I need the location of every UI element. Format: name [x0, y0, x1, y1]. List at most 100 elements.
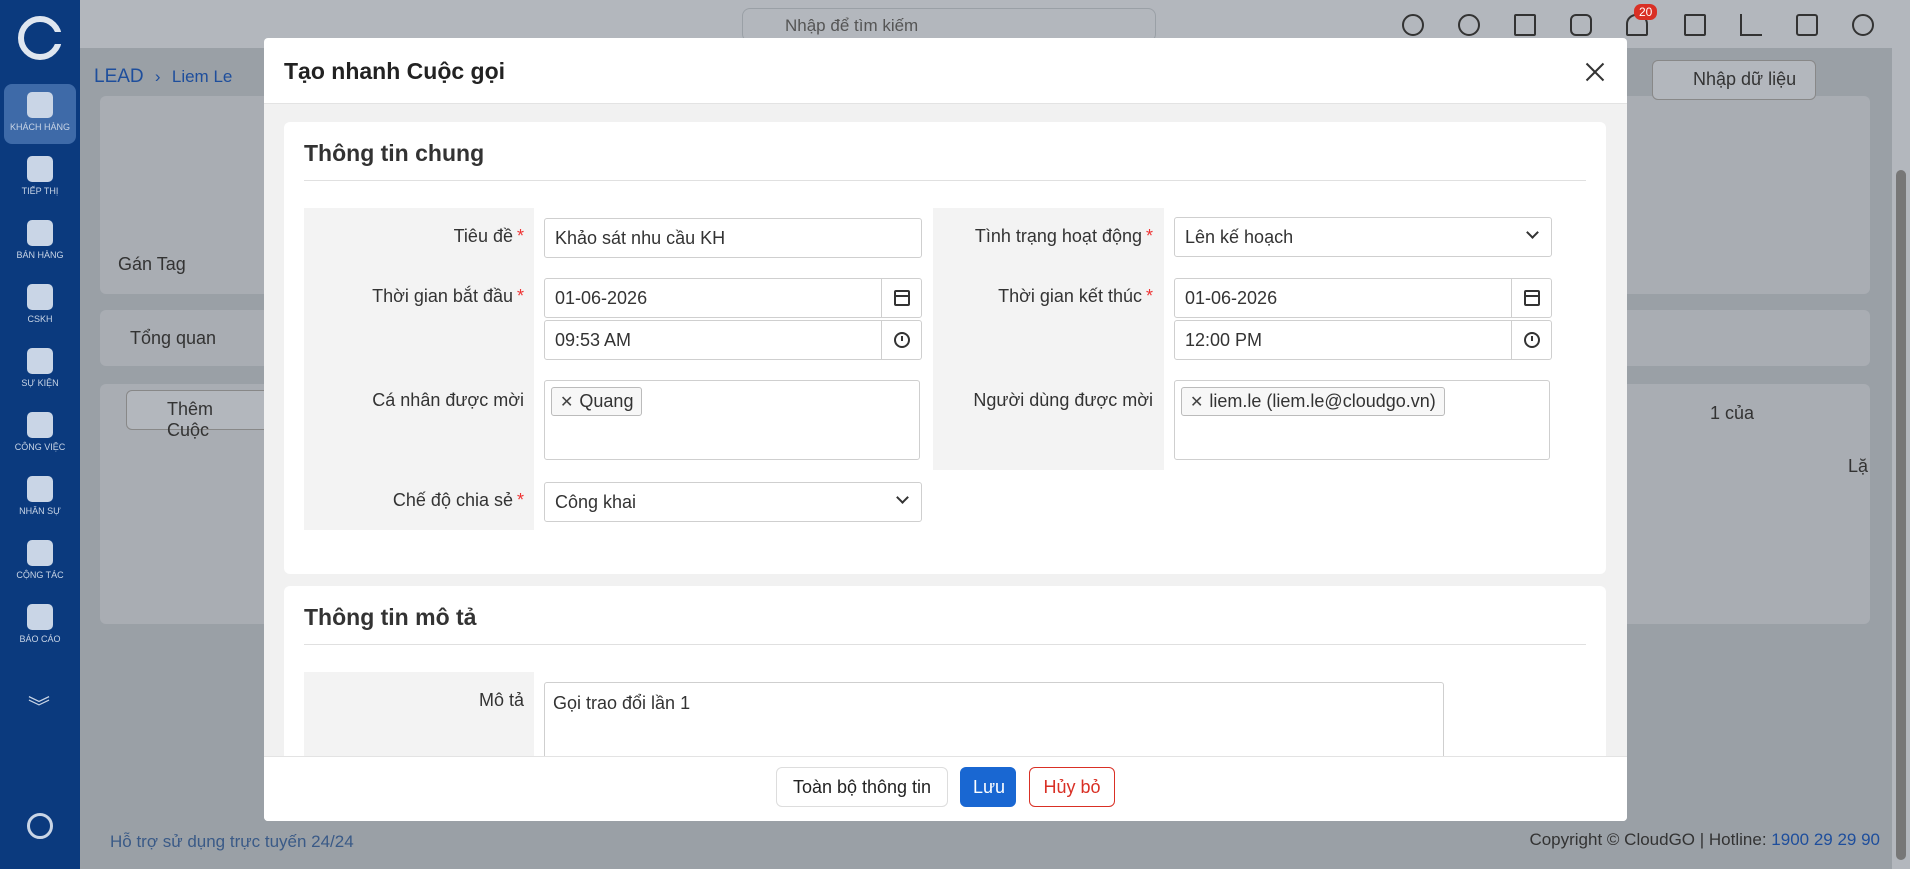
- org-chart-icon: [27, 540, 53, 566]
- sidebar-item-label: BÁO CÁO: [19, 634, 61, 644]
- invitee-chip: ✕ Quang: [551, 387, 643, 416]
- sidebar-item-label: NHÂN SỰ: [19, 506, 61, 516]
- sidebar-item-hr[interactable]: NHÂN SỰ: [4, 468, 76, 528]
- sidebar-item-support[interactable]: CSKH: [4, 276, 76, 336]
- start-date-input[interactable]: 01-06-2026: [544, 278, 922, 318]
- label-column-left: [304, 208, 534, 530]
- subject-input[interactable]: Khảo sát nhu cầu KH: [544, 218, 922, 258]
- status-select-value: Lên kế hoạch: [1185, 227, 1294, 247]
- end-date-picker-button[interactable]: [1511, 279, 1551, 317]
- megaphone-icon: [27, 156, 53, 182]
- clock-icon[interactable]: [27, 813, 53, 839]
- cloudgo-logo-icon[interactable]: [18, 16, 64, 60]
- end-time-label-text: Thời gian kết thúc: [998, 286, 1142, 306]
- sidebar-item-label: BÁN HÀNG: [16, 250, 64, 260]
- sidebar-item-label: CSKH: [27, 314, 53, 324]
- calendar-icon[interactable]: [1684, 14, 1706, 36]
- modal-body[interactable]: Thông tin chung Tiêu đề * Khảo sát nhu cầ…: [264, 104, 1627, 756]
- remove-chip-icon[interactable]: ✕: [560, 394, 573, 411]
- full-info-button[interactable]: Toàn bộ thông tin: [776, 767, 948, 807]
- copyright-label: Copyright © CloudGO: [1529, 830, 1696, 849]
- sidebar-item-collab[interactable]: CỘNG TÁC: [4, 532, 76, 592]
- add-call-button[interactable]: Thêm Cuộc: [126, 390, 276, 440]
- subject-label-text: Tiêu đề: [453, 226, 513, 246]
- briefcase-icon: [27, 412, 53, 438]
- global-search-input[interactable]: Nhập để tìm kiếm: [742, 8, 1156, 42]
- sidebar-item-label: CÔNG VIỆC: [14, 442, 66, 452]
- chevron-double-down-icon[interactable]: ︾: [28, 690, 50, 722]
- sidebar-item-reports[interactable]: BÁO CÁO: [4, 596, 76, 656]
- copyright-text: Copyright © CloudGO | Hotline: 1900 29 2…: [1529, 830, 1880, 849]
- list-icon[interactable]: [1514, 14, 1536, 36]
- checkbox-icon[interactable]: [1796, 14, 1818, 36]
- notification-badge: 20: [1634, 4, 1658, 20]
- start-date-picker-button[interactable]: [881, 279, 921, 317]
- invitees-tag-input[interactable]: ✕ Quang: [544, 380, 920, 460]
- chart-line-icon[interactable]: [1740, 14, 1762, 36]
- tag-label[interactable]: Gán Tag: [118, 254, 186, 275]
- end-time-input[interactable]: 12:00 PM: [1174, 320, 1552, 360]
- end-time-picker-button[interactable]: [1511, 321, 1551, 359]
- remove-chip-icon[interactable]: ✕: [1190, 394, 1203, 411]
- user-icon[interactable]: [1852, 14, 1874, 36]
- calendar-icon: [1524, 290, 1540, 306]
- sidebar-item-customers[interactable]: KHÁCH HÀNG: [4, 84, 76, 144]
- divider: [304, 180, 1586, 181]
- cancel-button[interactable]: Hủy bỏ: [1029, 767, 1115, 807]
- quick-create-call-modal: Tạo nhanh Cuộc gọi Thông tin chung Tiêu …: [264, 38, 1627, 821]
- start-time-label: Thời gian bắt đầu *: [372, 286, 524, 306]
- report-icon: [27, 604, 53, 630]
- person-icon: [27, 476, 53, 502]
- invitee-chip-label: Quang: [579, 391, 634, 411]
- hotline-label: Hotline:: [1708, 830, 1767, 849]
- sidebar-item-label: CỘNG TÁC: [16, 570, 64, 580]
- close-icon[interactable]: [1581, 58, 1609, 86]
- chevron-down-icon: [896, 491, 909, 504]
- breadcrumb-current[interactable]: Liem Le: [172, 67, 232, 86]
- sidebar-item-events[interactable]: SỰ KIỆN: [4, 340, 76, 400]
- users-icon: [27, 92, 53, 118]
- share-mode-value: Công khai: [555, 492, 637, 512]
- end-date-input[interactable]: 01-06-2026: [1174, 278, 1552, 318]
- breadcrumb: LEAD › Liem Le: [94, 66, 232, 88]
- repeat-column-header[interactable]: Lặ: [1848, 456, 1868, 477]
- start-date-value: 01-06-2026: [555, 288, 648, 308]
- breadcrumb-root[interactable]: LEAD: [94, 66, 144, 87]
- support-link[interactable]: Hỗ trợ sử dụng trực tuyến 24/24: [110, 832, 354, 852]
- status-select[interactable]: Lên kế hoạch: [1174, 217, 1552, 257]
- chevron-down-icon: [1526, 226, 1539, 239]
- modal-footer: Toàn bộ thông tin Lưu Hủy bỏ: [264, 756, 1627, 821]
- chat-icon[interactable]: [1570, 14, 1592, 36]
- subject-label: Tiêu đề *: [453, 226, 524, 246]
- description-label: Mô tả: [478, 690, 524, 710]
- breadcrumb-separator: ›: [154, 67, 161, 86]
- info-icon[interactable]: [1402, 14, 1424, 36]
- scrollbar-thumb[interactable]: [1896, 170, 1906, 860]
- start-time-picker-button[interactable]: [881, 321, 921, 359]
- sidebar-item-label: SỰ KIỆN: [21, 378, 59, 388]
- pager-text: 1 của: [1710, 403, 1755, 423]
- user-chip-label: liem.le (liem.le@cloudgo.vn): [1209, 391, 1436, 411]
- user-chip: ✕ liem.le (liem.le@cloudgo.vn): [1181, 387, 1445, 416]
- plus-circle-icon[interactable]: [1458, 14, 1480, 36]
- clock-icon: [1524, 332, 1540, 348]
- sidebar-item-tasks[interactable]: CÔNG VIỆC: [4, 404, 76, 464]
- end-time-value: 12:00 PM: [1185, 330, 1263, 350]
- users-tag-input[interactable]: ✕ liem.le (liem.le@cloudgo.vn): [1174, 380, 1550, 460]
- share-mode-select[interactable]: Công khai: [544, 482, 922, 522]
- description-textarea[interactable]: Gọi trao đổi lần 1: [544, 682, 1444, 756]
- sidebar-item-sales[interactable]: BÁN HÀNG: [4, 212, 76, 272]
- start-time-input[interactable]: 09:53 AM: [544, 320, 922, 360]
- page-scrollbar[interactable]: [1892, 0, 1910, 869]
- section-title-description: Thông tin mô tả: [304, 604, 477, 630]
- sidebar-item-marketing[interactable]: TIẾP THỊ: [4, 148, 76, 208]
- hotline-number[interactable]: 1900 29 29 90: [1771, 830, 1880, 849]
- calendar-icon: [27, 348, 53, 374]
- import-button[interactable]: Nhập dữ liệu: [1652, 60, 1816, 100]
- cart-icon: [27, 220, 53, 246]
- start-time-value: 09:53 AM: [555, 330, 632, 350]
- calendar-icon: [894, 290, 910, 306]
- save-button[interactable]: Lưu: [960, 767, 1016, 807]
- divider: [304, 644, 1586, 645]
- tab-overview[interactable]: Tổng quan: [130, 328, 216, 349]
